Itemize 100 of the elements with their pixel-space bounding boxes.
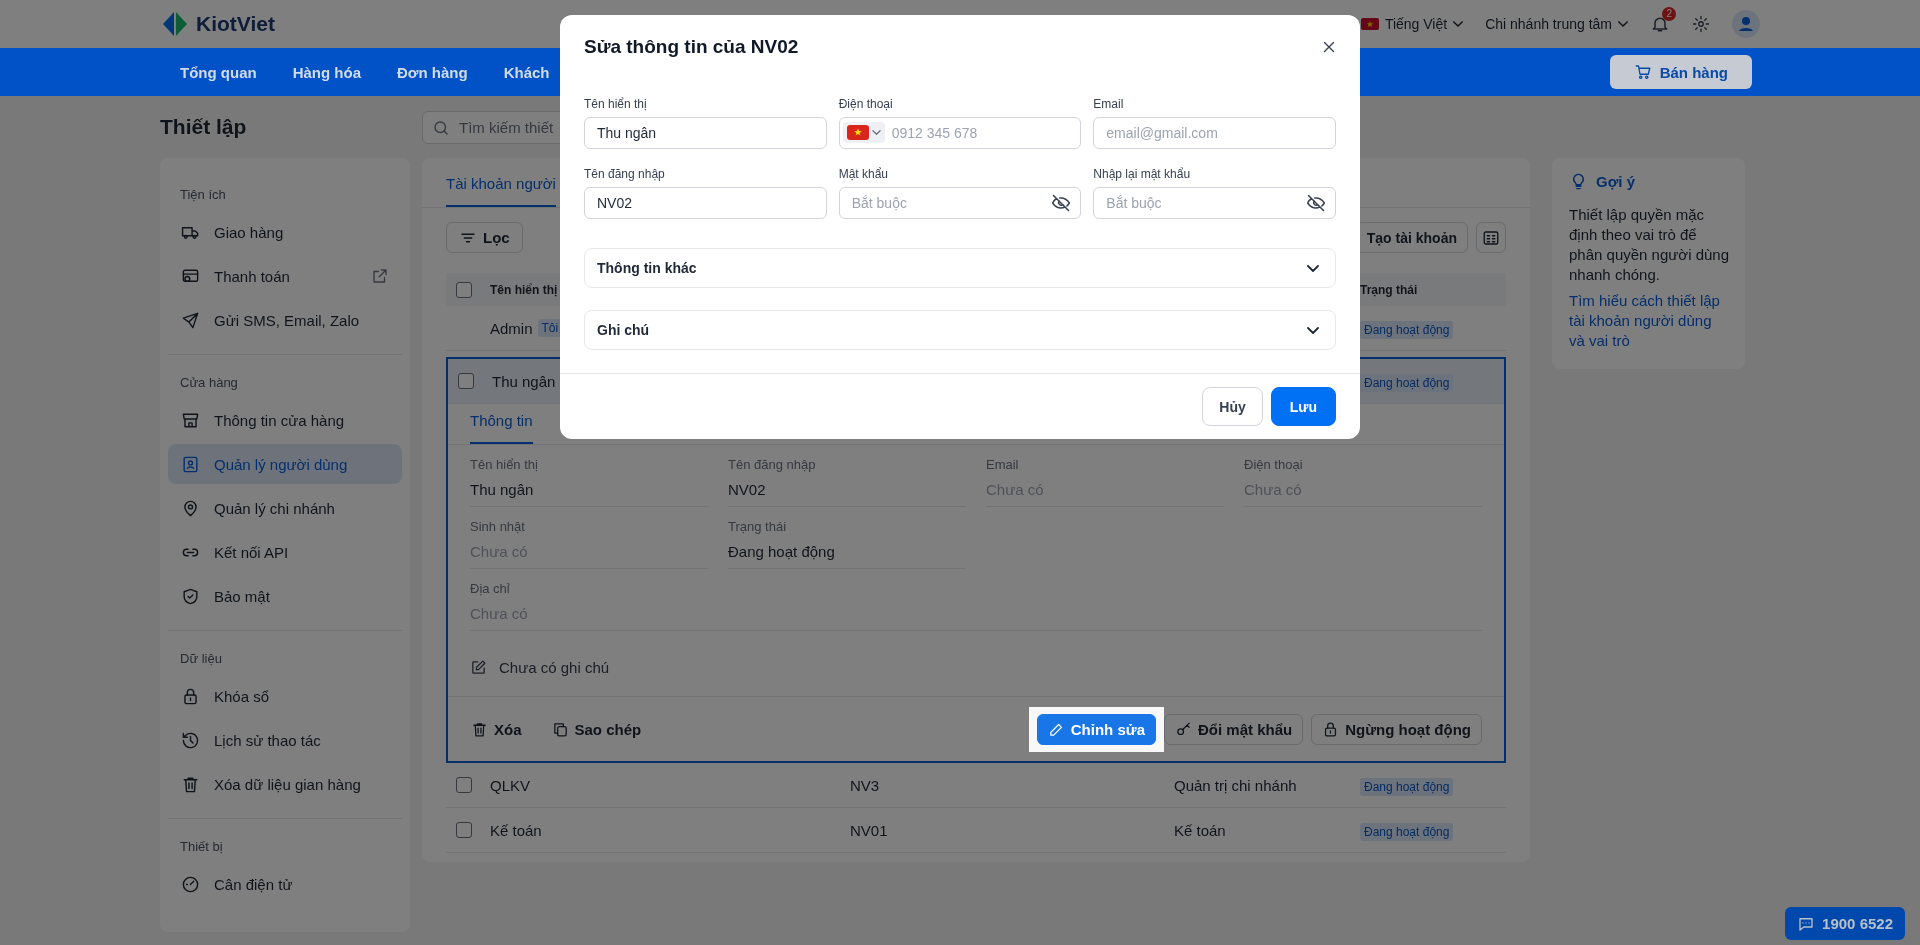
save-button[interactable]: Lưu: [1270, 387, 1336, 426]
sidebar-item[interactable]: Quản lý chi nhánh: [168, 488, 402, 528]
sidebar-item[interactable]: Xóa dữ liệu gian hàng: [168, 764, 402, 804]
tag: Tôi: [537, 319, 563, 337]
branch-selector[interactable]: Chi nhánh trung tâm: [1485, 16, 1628, 32]
copy-button[interactable]: Sao chép: [540, 713, 653, 745]
input-field[interactable]: Thu ngân: [584, 117, 827, 149]
checkbox[interactable]: [456, 281, 472, 298]
flag-icon: [1360, 18, 1379, 30]
sidebar-item[interactable]: Khóa sổ: [168, 676, 402, 716]
section-title: Thiết bị: [179, 838, 224, 856]
shield-icon: [181, 586, 200, 606]
nav-item[interactable]: Đơn hàng: [397, 63, 468, 81]
map-pin-icon: [181, 498, 200, 518]
language-selector[interactable]: Tiếng Việt: [1360, 16, 1464, 32]
support-button[interactable]: 1900 6522: [1785, 907, 1905, 940]
accordion-header[interactable]: Thông tin khác: [584, 248, 1336, 288]
eye-off-icon: [1306, 193, 1326, 213]
delete-button[interactable]: Xóa: [460, 713, 533, 745]
table-cell-text: NV01: [850, 821, 889, 839]
table-cell: Kế toán: [490, 821, 542, 839]
field-label: Địa chỉ: [470, 581, 511, 596]
caret-icon: [1453, 21, 1464, 27]
table-cell-text: Kế toán: [1174, 821, 1227, 839]
hint-title: Gợi ý: [1596, 173, 1635, 190]
status-tag: Đang hoạt động: [1360, 777, 1454, 796]
table-cell: QLKV: [490, 776, 531, 794]
section-title: Cửa hàng: [179, 374, 239, 392]
flag-icon: [846, 125, 869, 140]
deactivate-button[interactable]: Ngừng hoạt động: [1311, 713, 1482, 745]
input-field[interactable]: email@gmail.com: [1093, 117, 1336, 149]
history-icon: [181, 730, 200, 750]
checkbox[interactable]: [458, 373, 474, 389]
field-label: Mật khẩu: [838, 167, 889, 181]
avatar[interactable]: [1732, 10, 1760, 38]
accordion-header[interactable]: Ghi chú: [584, 310, 1336, 350]
field-value: NV02: [728, 481, 767, 498]
table-cell: Admin: [490, 319, 533, 337]
field-label: Sinh nhật: [470, 519, 526, 534]
sidebar-item[interactable]: Giao hàng: [168, 212, 402, 252]
columns-button[interactable]: [1476, 222, 1506, 253]
nav-item[interactable]: Hàng hóa: [292, 63, 361, 81]
tab[interactable]: Tài khoản người: [446, 175, 556, 207]
gauge-icon: [181, 874, 200, 894]
password-field[interactable]: Bắt buộc: [1093, 187, 1336, 219]
password-field[interactable]: Bắt buộc: [838, 187, 1082, 219]
edit-note-icon: [470, 659, 487, 676]
cancel-button[interactable]: Hủy: [1202, 387, 1263, 426]
search-icon: [432, 118, 450, 137]
hint-text: Thiết lập quyền mặc định theo vai trò để phân quyền người dùng nhanh chóng.: [1569, 205, 1730, 285]
help-link[interactable]: Tìm hiểu cách thiết lập tài khoản người dùng và vai trò: [1569, 291, 1731, 351]
status-tag: Đang hoạt động: [1360, 822, 1454, 841]
logo-text: KiotViet: [196, 12, 275, 36]
table-cell: Thu ngân: [492, 372, 556, 390]
field-label: Tên hiển thị: [584, 97, 648, 111]
edit-button[interactable]: Chỉnh sửa: [1036, 713, 1156, 745]
send-icon: [181, 310, 200, 330]
dialog-title: Sửa thông tin của NV02: [584, 36, 799, 58]
table-cell-text: Quản trị chi nhánh: [1174, 776, 1298, 794]
sidebar-item[interactable]: Quản lý người dùng: [168, 444, 402, 484]
note-text: Chưa có ghi chú: [499, 659, 610, 676]
field-value: Đang hoạt động: [728, 543, 836, 560]
copy-icon: [551, 720, 569, 738]
field-label: Email: [986, 457, 1020, 472]
column-header: Tên hiển thị: [490, 282, 559, 297]
filter-button[interactable]: Lọc: [446, 222, 523, 253]
sell-button[interactable]: Bán hàng: [1609, 55, 1752, 89]
sidebar-item[interactable]: Cân điện tử: [168, 864, 402, 904]
lock-icon: [181, 686, 200, 706]
key-icon: [1174, 720, 1192, 738]
sidebar-item[interactable]: Lịch sử thao tác: [168, 720, 402, 760]
nav-item[interactable]: Tổng quan: [180, 63, 257, 81]
field-label: Tên đăng nhập: [728, 457, 817, 472]
settings-button[interactable]: [1692, 15, 1710, 33]
sidebar-item[interactable]: Thông tin cửa hàng: [168, 400, 402, 440]
column-header: Trạng thái: [1360, 282, 1419, 297]
sidebar-item[interactable]: Gửi SMS, Email, Zalo: [168, 300, 402, 340]
caret-icon: [1618, 21, 1628, 27]
field-value: Thu ngân: [470, 481, 535, 498]
input-field[interactable]: NV02: [584, 187, 827, 219]
checkbox[interactable]: [456, 777, 472, 793]
chevron-down-icon: [1307, 326, 1319, 334]
chevron-down-icon: [1307, 264, 1319, 272]
table-cell-text: NV3: [850, 776, 881, 794]
settings-icon: [1692, 15, 1710, 33]
sidebar-item[interactable]: Thanh toán: [168, 256, 402, 296]
section-title: Dữ liệu: [179, 650, 223, 668]
cart-icon: [1633, 63, 1652, 81]
checkbox[interactable]: [456, 822, 472, 838]
change-password-button[interactable]: Đổi mật khẩu: [1163, 713, 1304, 745]
sidebar-item[interactable]: Kết nối API: [168, 532, 402, 572]
nav-item[interactable]: Khách: [503, 63, 550, 81]
trash-icon: [471, 720, 488, 738]
tab[interactable]: Thông tin: [470, 412, 533, 444]
caret-icon: [871, 130, 881, 135]
sidebar-item[interactable]: Bảo mật: [168, 576, 402, 616]
field-label: Điện thoại: [838, 97, 894, 111]
country-select[interactable]: [842, 122, 885, 143]
eye-off-icon: [1051, 193, 1072, 213]
page-title: Thiết lập: [160, 115, 248, 139]
